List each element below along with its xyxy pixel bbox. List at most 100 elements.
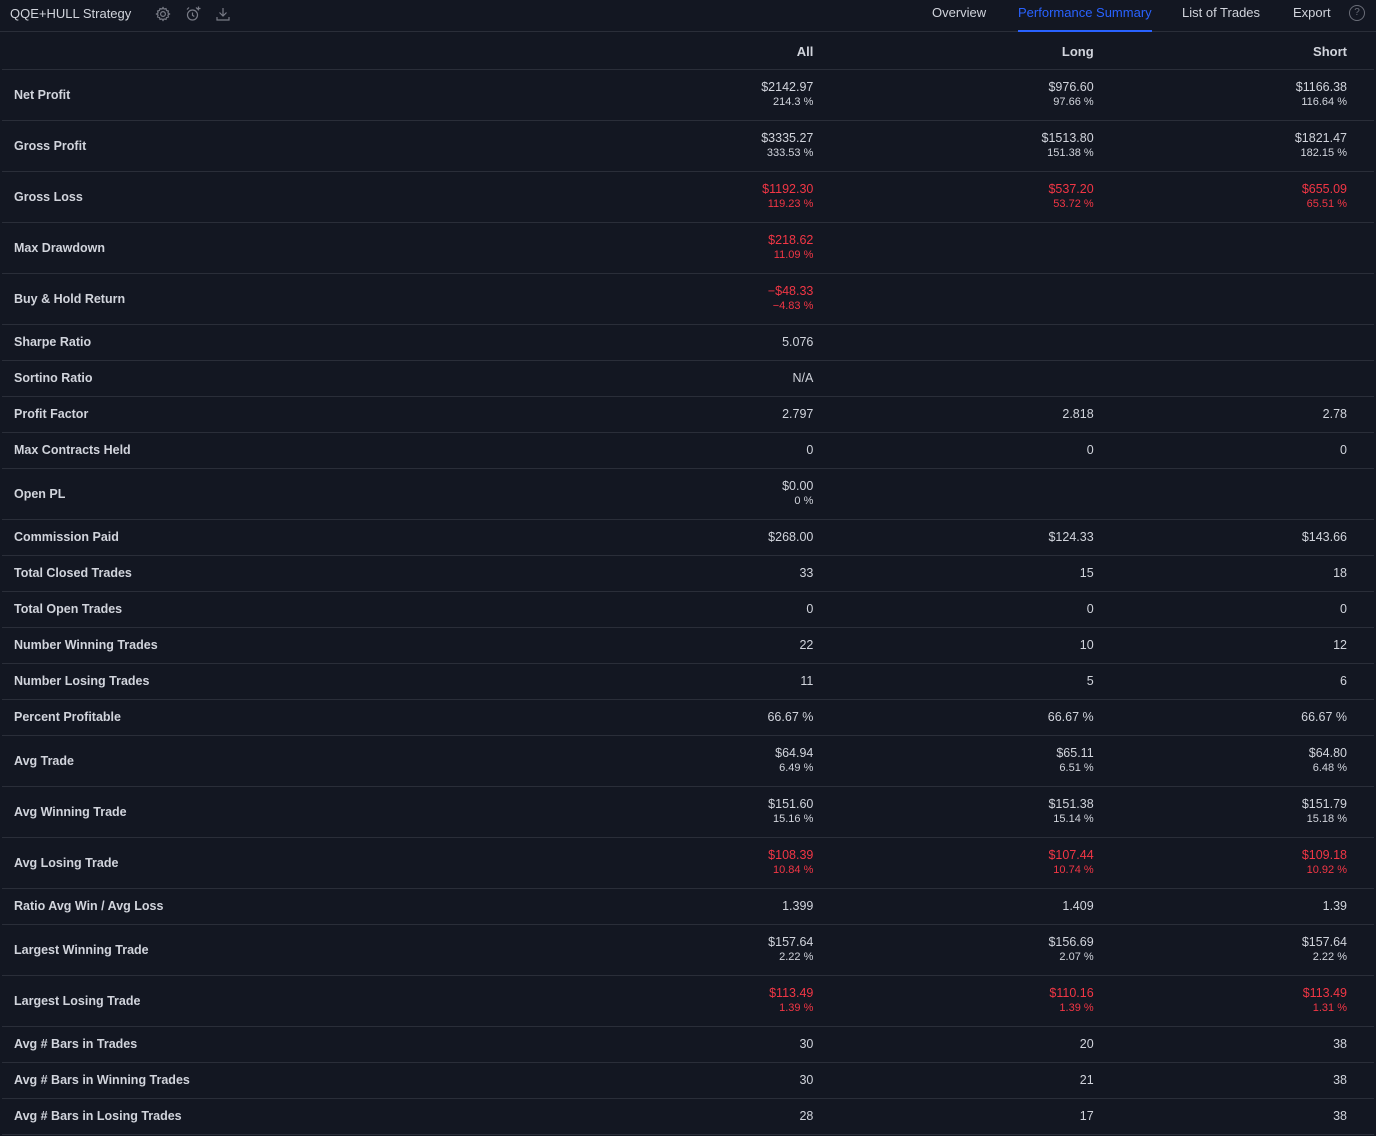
value-percent: 151.38 % <box>1047 146 1094 159</box>
value-amount: 20 <box>1079 1036 1094 1051</box>
tab-performance-summary[interactable]: Performance Summary <box>1018 0 1152 32</box>
value-cell-all: N/A <box>532 360 814 397</box>
value-amount: 5 <box>1086 673 1094 688</box>
value-amount: 66.67 % <box>767 709 814 724</box>
value-cell-long: 20 <box>813 1026 1094 1063</box>
value-amount: $107.44 <box>1048 847 1094 862</box>
value-cell-long: $156.69 2.07 % <box>813 924 1094 976</box>
value-cell-long <box>813 468 1094 520</box>
value-cell-long: 5 <box>813 663 1094 700</box>
value-cell-all: $218.62 11.09 % <box>532 222 814 274</box>
value-cell-all: 22 <box>532 627 814 664</box>
value-cell-all: 1.399 <box>532 888 814 925</box>
value-amount: $1821.47 <box>1294 130 1347 145</box>
table-row: Max Drawdown $218.62 11.09 % <box>2 222 1374 274</box>
gear-icon[interactable] <box>154 5 172 23</box>
table-row: Number Winning Trades 22 10 12 <box>2 627 1374 664</box>
value-percent: 1.39 % <box>1059 1001 1094 1014</box>
value-cell-short: $64.80 6.48 % <box>1093 735 1374 787</box>
strategy-tester-toolbar: QQE+HULL Strategy Overview Performance S… <box>0 0 1376 32</box>
value-amount: 38 <box>1333 1072 1347 1087</box>
metric-label: Number Losing Trades <box>2 663 533 700</box>
table-row: Profit Factor 2.797 2.818 2.78 <box>2 396 1374 433</box>
value-cell-short: 18 <box>1093 555 1374 592</box>
table-row: Sortino Ratio N/A <box>2 360 1374 397</box>
value-cell-short: 12 <box>1093 627 1374 664</box>
value-amount: 12 <box>1333 637 1347 652</box>
value-amount: $268.00 <box>768 529 814 544</box>
value-cell-all: $268.00 <box>532 519 814 556</box>
metric-label: Avg Trade <box>2 735 533 787</box>
value-cell-short: $1821.47 182.15 % <box>1093 120 1374 172</box>
metric-label: Percent Profitable <box>2 699 533 736</box>
value-cell-short <box>1093 360 1374 397</box>
value-percent: −4.83 % <box>772 299 814 312</box>
table-row: Largest Losing Trade $113.49 1.39 % $110.16… <box>2 975 1374 1027</box>
value-amount: $2142.97 <box>761 79 814 94</box>
value-percent: 2.22 % <box>1312 950 1347 963</box>
value-cell-all: −$48.33 −4.83 % <box>532 273 814 325</box>
value-amount: $113.49 <box>1302 985 1347 1000</box>
value-percent: 214.3 % <box>772 95 814 108</box>
value-cell-all: 30 <box>532 1026 814 1063</box>
value-cell-short: 38 <box>1093 1026 1374 1063</box>
table-row: Net Profit $2142.97 214.3 % $976.60 97.66 % $… <box>2 69 1374 121</box>
value-cell-long: $107.44 10.74 % <box>813 837 1094 889</box>
value-cell-all: $113.49 1.39 % <box>532 975 814 1027</box>
value-amount: 0 <box>806 601 814 616</box>
value-cell-short: $143.66 <box>1093 519 1374 556</box>
table-body: Net Profit $2142.97 214.3 % $976.60 97.66 % $… <box>2 69 1374 1135</box>
value-cell-long: 0 <box>813 591 1094 628</box>
value-cell-short <box>1093 324 1374 361</box>
value-percent: 6.51 % <box>1059 761 1094 774</box>
value-cell-all: 30 <box>532 1062 814 1099</box>
table-row: Ratio Avg Win / Avg Loss 1.399 1.409 1.39 <box>2 888 1374 925</box>
help-icon[interactable]: ? <box>1349 5 1365 21</box>
table-row: Max Contracts Held 0 0 0 <box>2 432 1374 469</box>
value-cell-long: 1.409 <box>813 888 1094 925</box>
value-amount: 10 <box>1079 637 1094 652</box>
value-percent: 15.14 % <box>1053 812 1094 825</box>
value-percent: 10.92 % <box>1306 863 1347 876</box>
table-row: Open PL $0.00 0 % <box>2 468 1374 520</box>
value-amount: $113.49 <box>769 985 814 1000</box>
table-header-row: All Long Short <box>2 32 1374 70</box>
value-cell-long: $976.60 97.66 % <box>813 69 1094 121</box>
value-amount: $151.38 <box>1048 796 1094 811</box>
value-cell-all: $108.39 10.84 % <box>532 837 814 889</box>
alarm-add-icon[interactable] <box>184 5 202 23</box>
value-percent: 10.74 % <box>1053 863 1094 876</box>
value-cell-long: 66.67 % <box>813 699 1094 736</box>
table-row: Avg Trade $64.94 6.49 % $65.11 6.51 % $64.80 6… <box>2 735 1374 787</box>
value-amount: $124.33 <box>1048 529 1094 544</box>
value-cell-short: 2.78 <box>1093 396 1374 433</box>
value-amount: 2.818 <box>1062 406 1094 421</box>
value-cell-long: 17 <box>813 1098 1094 1135</box>
value-amount: $0.00 <box>782 478 814 493</box>
tab-export[interactable]: Export <box>1293 0 1331 32</box>
metric-label: Sortino Ratio <box>2 360 533 397</box>
value-cell-short <box>1093 222 1374 274</box>
value-amount: $64.80 <box>1308 745 1347 760</box>
download-icon[interactable] <box>214 5 232 23</box>
value-amount: $64.94 <box>775 745 814 760</box>
value-cell-all: 28 <box>532 1098 814 1135</box>
value-amount: 38 <box>1333 1108 1347 1123</box>
tab-overview[interactable]: Overview <box>932 0 986 32</box>
value-percent: 6.49 % <box>779 761 814 774</box>
value-amount: 30 <box>799 1036 814 1051</box>
strategy-title[interactable]: QQE+HULL Strategy <box>10 6 131 21</box>
value-amount: 0 <box>806 442 814 457</box>
value-cell-short: 38 <box>1093 1098 1374 1135</box>
value-cell-all: 66.67 % <box>532 699 814 736</box>
value-amount: 0 <box>1086 601 1094 616</box>
table-row: Avg # Bars in Winning Trades 30 21 38 <box>2 1062 1374 1099</box>
value-amount: −$48.33 <box>767 283 814 298</box>
value-amount: $65.11 <box>1056 745 1094 760</box>
table-row: Avg # Bars in Trades 30 20 38 <box>2 1026 1374 1063</box>
value-cell-short: 66.67 % <box>1093 699 1374 736</box>
tab-list-of-trades[interactable]: List of Trades <box>1182 0 1260 32</box>
table-row: Largest Winning Trade $157.64 2.22 % $156.6… <box>2 924 1374 976</box>
value-cell-all: $151.60 15.16 % <box>532 786 814 838</box>
header-all: All <box>532 32 814 70</box>
